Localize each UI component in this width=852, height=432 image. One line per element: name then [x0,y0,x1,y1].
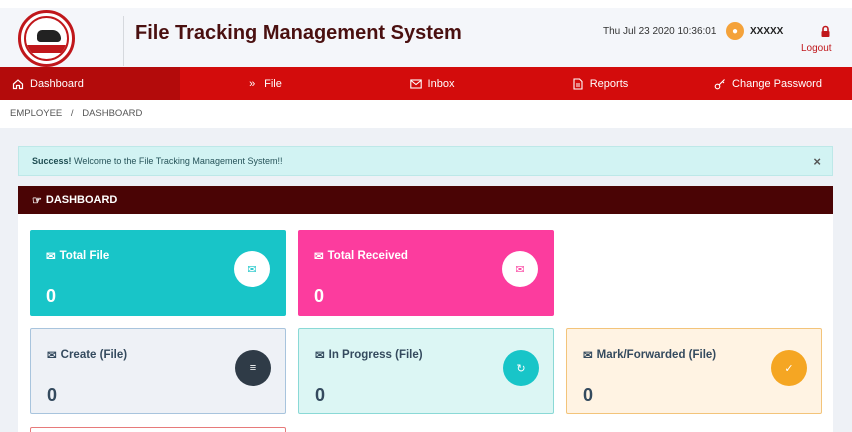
card-label: Create (File) [60,349,128,361]
database-icon: ≡ [235,350,271,386]
card-count: 0 [315,385,326,405]
key-icon [714,78,725,89]
breadcrumb-separator: / [70,108,74,119]
nav-item-label: Reports [589,77,629,90]
card-label: Total Received [327,250,408,262]
user-avatar-icon[interactable]: ● [726,22,744,40]
card-label: Total File [59,250,110,262]
card-create-file[interactable]: ✉ Create (File) 0 ≡ [30,328,286,414]
app-title: File Tracking Management System [135,22,462,44]
alert-strong: Success! [32,156,72,166]
card-label: Mark/Forwarded (File) [596,349,717,361]
nav-item-label: Inbox [427,77,455,90]
envelope-icon: ✉ [314,251,324,263]
close-icon[interactable]: × [813,154,821,169]
envelope-icon: ✉ [315,350,325,362]
nav-item-label: Dashboard [30,77,84,90]
envelope-icon: ✉ [583,350,593,362]
nav-item-file[interactable]: » File [180,67,348,100]
breadcrumb: EMPLOYEE / DASHBOARD [0,100,852,128]
card-partial [30,427,286,432]
header-divider [123,16,124,66]
username[interactable]: XXXXX [750,26,783,37]
check-icon: ✓ [771,350,807,386]
emblem-icon [24,16,69,61]
panel-title: DASHBOARD [45,194,118,206]
app-header: File Tracking Management System Thu Jul … [0,0,852,67]
panel-header: ☞ DASHBOARD [18,186,833,214]
logo [18,10,75,67]
chevrons-down-icon: » [249,77,256,90]
card-mark-forwarded-file[interactable]: ✉ Mark/Forwarded (File) 0 ✓ [566,328,822,414]
envelope-icon [409,78,422,89]
hand-pointer-icon: ☞ [32,194,42,207]
card-in-progress-file[interactable]: ✉ In Progress (File) 0 ↻ [298,328,554,414]
alert-message: Welcome to the File Tracking Management … [74,156,283,166]
home-icon [12,78,24,89]
card-count: 0 [47,385,58,405]
nav-item-label: File [264,77,282,90]
nav-item-reports[interactable]: Reports [516,67,684,100]
envelope-icon: ✉ [46,251,56,263]
envelope-icon: ✉ [47,350,57,362]
refresh-icon: ↻ [503,350,539,386]
envelope-icon: ✉ [234,251,270,287]
breadcrumb-item-employee[interactable]: EMPLOYEE [10,108,62,119]
lock-icon[interactable] [820,25,831,39]
success-alert: Success! Welcome to the File Tracking Ma… [18,146,833,176]
card-count: 0 [583,385,594,405]
nav-item-label: Change Password [732,77,822,90]
breadcrumb-item-dashboard: DASHBOARD [82,108,143,119]
datetime: Thu Jul 23 2020 10:36:01 [603,26,717,37]
card-label: In Progress (File) [328,349,423,361]
document-icon [573,77,583,90]
card-total-received[interactable]: ✉ Total Received 0 ✉ [298,230,554,316]
nav-item-change-password[interactable]: Change Password [684,67,852,100]
envelope-icon: ✉ [502,251,538,287]
main-nav: Dashboard » File Inbox Reports Change Pa… [0,67,852,100]
card-count: 0 [46,286,57,306]
nav-item-dashboard[interactable]: Dashboard [0,67,180,100]
card-total-file[interactable]: ✉ Total File 0 ✉ [30,230,286,316]
card-count: 0 [314,286,325,306]
dashboard-panel: ☞ DASHBOARD ✉ Total File 0 ✉ ✉ Total Rec… [18,186,833,432]
nav-item-inbox[interactable]: Inbox [348,67,516,100]
logout-link[interactable]: Logout [801,43,832,54]
